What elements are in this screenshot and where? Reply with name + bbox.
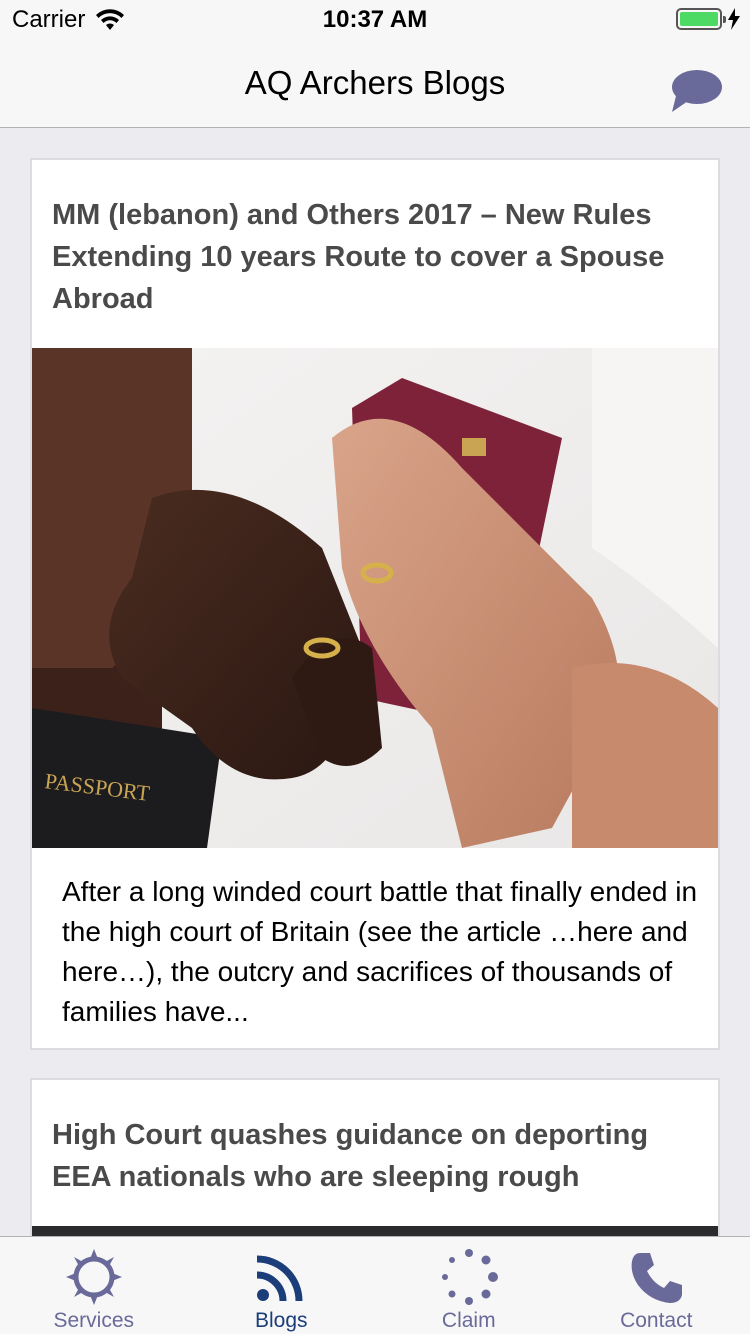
phone-icon [626, 1247, 686, 1307]
gear-icon [64, 1247, 124, 1307]
tab-label: Blogs [254, 1309, 308, 1332]
tab-claim[interactable]: Claim [375, 1237, 563, 1334]
status-time: 10:37 AM [322, 6, 428, 33]
passport-hands-image: PASSPORT [32, 348, 718, 848]
blog-card-image[interactable]: PASSPORT [32, 348, 718, 848]
blog-card[interactable]: MM (lebanon) and Others 2017 – New Rules… [30, 158, 720, 1050]
blog-card-title[interactable]: High Court quashes guidance on deporting… [32, 1080, 718, 1198]
tab-label: Services [53, 1309, 135, 1332]
tab-blogs[interactable]: Blogs [188, 1237, 376, 1334]
blog-card[interactable]: High Court quashes guidance on deporting… [30, 1078, 720, 1236]
status-right [676, 8, 740, 30]
rss-icon [251, 1247, 311, 1307]
tab-bar: Services Blogs Claim Contact [0, 1236, 750, 1334]
chat-bubble-icon[interactable] [670, 68, 722, 114]
nav-bar: AQ Archers Blogs [0, 40, 750, 128]
tab-label: Contact [620, 1309, 693, 1332]
blog-card-title[interactable]: MM (lebanon) and Others 2017 – New Rules… [32, 160, 718, 320]
blog-list[interactable]: MM (lebanon) and Others 2017 – New Rules… [0, 128, 750, 1236]
battery-icon [676, 8, 726, 30]
blog-card-image[interactable] [32, 1226, 718, 1236]
battery-fill [680, 12, 718, 26]
spinner-icon [439, 1247, 499, 1307]
tab-label: Claim [441, 1309, 496, 1332]
status-bar: Carrier 10:37 AM [0, 0, 750, 40]
page-title: AQ Archers Blogs [244, 64, 506, 101]
tab-contact[interactable]: Contact [563, 1237, 750, 1334]
tab-services[interactable]: Services [0, 1237, 188, 1334]
charging-bolt-icon [728, 8, 740, 30]
blog-card-excerpt: After a long winded court battle that fi… [62, 876, 698, 1027]
